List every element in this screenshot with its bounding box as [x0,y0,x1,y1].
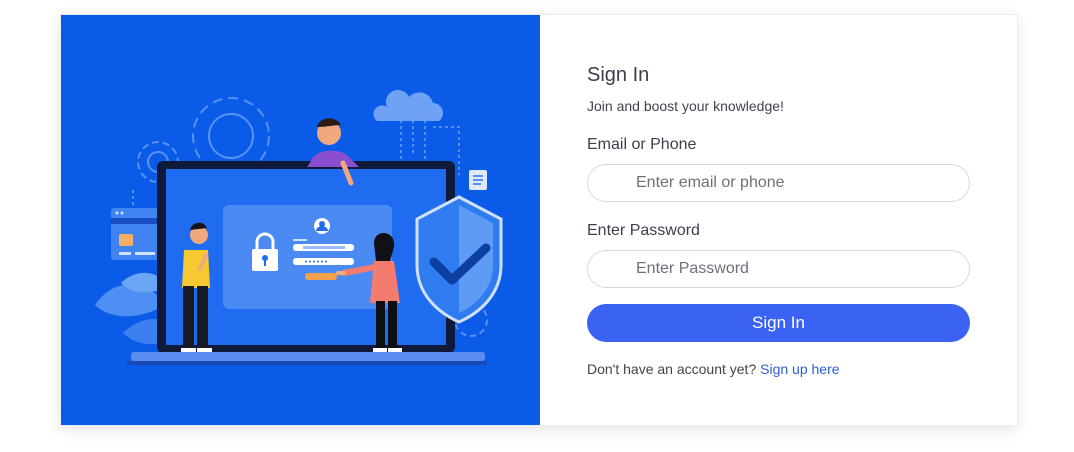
document-icon [469,170,487,190]
user-avatar-icon [314,218,330,234]
signup-row: Don't have an account yet? Sign up here [587,361,840,377]
signup-prompt: Don't have an account yet? [587,361,757,377]
signup-link[interactable]: Sign up here [760,361,839,377]
password-label: Enter Password [587,222,700,239]
security-illustration [61,15,540,425]
sign-in-button[interactable]: Sign In [587,304,970,342]
form-subtitle: Join and boost your knowledge! [587,98,784,114]
cloud-icon [373,89,444,121]
laptop-base [131,352,485,361]
credit-card-icon [111,208,161,260]
password-input[interactable] [587,250,970,288]
sign-in-form: Sign In Join and boost your knowledge! E… [540,15,1017,425]
email-input[interactable] [587,164,970,202]
form-title: Sign In [587,64,650,86]
login-card: Sign In Join and boost your knowledge! E… [60,14,1018,426]
illustration-art [95,89,503,365]
email-label: Email or Phone [587,136,697,153]
